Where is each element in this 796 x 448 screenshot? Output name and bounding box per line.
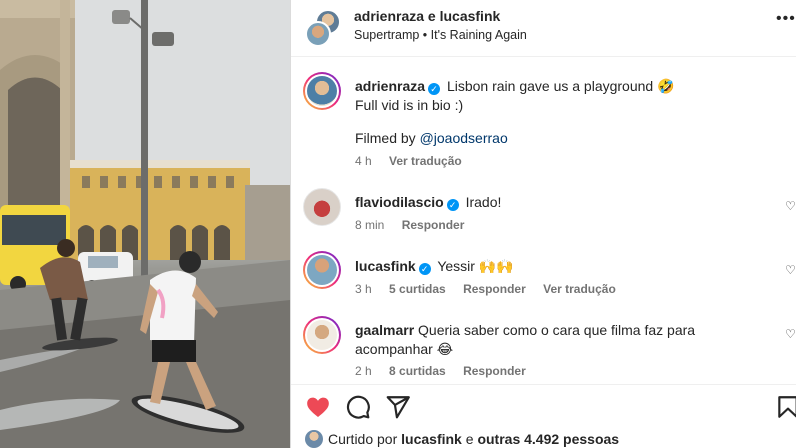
see-translation-button[interactable]: Ver tradução	[389, 154, 462, 168]
verified-badge-icon: ✓	[418, 263, 431, 275]
liker-username[interactable]: lucasfink	[401, 431, 462, 447]
caption-text-line2: Full vid is in bio :)	[355, 97, 464, 113]
comment-text: Queria saber como o cara que filma faz p…	[418, 322, 696, 338]
reply-button[interactable]: Responder	[463, 364, 526, 378]
comment-likes[interactable]: 5 curtidas	[389, 282, 446, 296]
comment: lucasfink ✓ Yessir 🙌🙌	[355, 257, 775, 276]
caption-username[interactable]: adrienraza	[355, 78, 425, 94]
audio-track[interactable]: Supertramp • It's Raining Again	[354, 28, 527, 42]
comment-avatar[interactable]	[303, 251, 341, 289]
share-icon[interactable]	[385, 394, 411, 420]
comment-username[interactable]: flaviodilascio	[355, 194, 444, 210]
see-translation-button[interactable]: Ver tradução	[543, 282, 616, 296]
comment-text: Yessir 🙌🙌	[437, 258, 514, 274]
comment-text: Irado!	[465, 194, 502, 210]
header-divider	[291, 56, 796, 57]
comment-time[interactable]: 2 h	[355, 364, 372, 378]
comment-avatar[interactable]	[303, 188, 341, 226]
collab-avatars[interactable]	[305, 9, 341, 47]
comment-username[interactable]: gaalmarr	[355, 322, 414, 338]
caption-text: Lisbon rain gave us a playground	[446, 78, 654, 94]
reel-video[interactable]	[0, 0, 290, 448]
caption-credit: Filmed by @joaodserrao	[355, 129, 775, 148]
caption-meta: 4 h Ver tradução	[355, 154, 476, 168]
verified-badge-icon: ✓	[446, 199, 459, 211]
caption-avatar[interactable]	[303, 72, 341, 110]
liker-avatar[interactable]	[305, 430, 323, 448]
likes-middle: e	[465, 431, 474, 447]
reply-button[interactable]: Responder	[463, 282, 526, 296]
heart-outline-icon[interactable]: ♡	[785, 199, 796, 213]
verified-badge-icon: ✓	[428, 83, 441, 95]
filmed-by-label: Filmed by	[355, 130, 416, 146]
more-options-icon[interactable]: •••	[776, 10, 796, 28]
caption-emoji: 🤣	[657, 78, 675, 94]
likes-summary: Curtido por lucasfink e outras 4.492 pes…	[305, 430, 619, 448]
comment-text-line2: acompanhar 😂	[355, 341, 454, 357]
comment-meta: 8 min Responder	[355, 218, 478, 232]
comment-time[interactable]: 3 h	[355, 282, 372, 296]
post-header: adrienraza e lucasfink Supertramp • It's…	[291, 0, 796, 56]
post-panel: adrienraza e lucasfink Supertramp • It's…	[291, 0, 796, 448]
comment: flaviodilascio ✓ Irado!	[355, 193, 775, 212]
caption-time[interactable]: 4 h	[355, 154, 372, 168]
post-authors[interactable]: adrienraza e lucasfink	[354, 8, 500, 24]
caption: adrienraza ✓ Lisbon rain gave us a playgr…	[355, 77, 775, 115]
mention-link[interactable]: @joaodserrao	[420, 130, 508, 146]
heart-outline-icon[interactable]: ♡	[785, 327, 796, 341]
heart-outline-icon[interactable]: ♡	[785, 263, 796, 277]
likes-prefix: Curtido por	[328, 431, 398, 447]
heart-icon-filled[interactable]	[305, 394, 331, 420]
comment-meta: 2 h 8 curtidas Responder	[355, 364, 540, 378]
comment-likes[interactable]: 8 curtidas	[389, 364, 446, 378]
comment-time[interactable]: 8 min	[355, 218, 384, 232]
comment: gaalmarr Queria saber como o cara que fi…	[355, 321, 775, 359]
actions-divider	[291, 384, 796, 385]
bookmark-icon[interactable]	[775, 394, 796, 420]
comment-meta: 3 h 5 curtidas Responder Ver tradução	[355, 282, 630, 296]
comment-avatar[interactable]	[303, 316, 341, 354]
comment-icon[interactable]	[345, 394, 371, 420]
likes-others[interactable]: outras 4.492 pessoas	[477, 431, 619, 447]
reply-button[interactable]: Responder	[402, 218, 465, 232]
post-actions	[291, 390, 796, 422]
video-frame-illustration	[0, 0, 290, 448]
avatar	[305, 21, 331, 47]
comment-username[interactable]: lucasfink	[355, 258, 416, 274]
